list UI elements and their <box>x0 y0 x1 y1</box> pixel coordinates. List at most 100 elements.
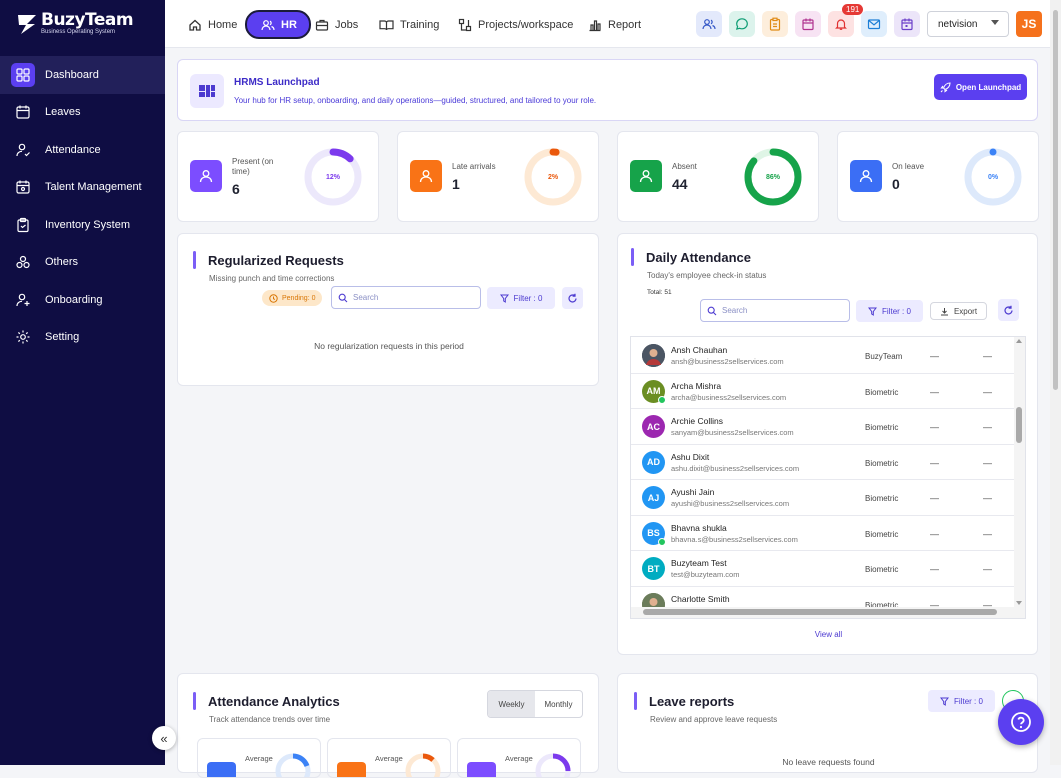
page-scrollbar-thumb[interactable] <box>1053 10 1058 390</box>
mail-button[interactable] <box>861 11 887 37</box>
regularized-search-input[interactable]: Search <box>331 286 481 309</box>
tab-hr[interactable]: HR <box>245 10 311 39</box>
stat-card[interactable]: Present (on time) 6 12% <box>177 131 379 222</box>
filter-label: Filter : 0 <box>954 696 983 706</box>
scroll-up-icon[interactable] <box>1016 339 1022 343</box>
stat-card[interactable]: On leave 0 0% <box>837 131 1039 222</box>
chat-button[interactable] <box>729 11 755 37</box>
user-icon <box>850 160 882 192</box>
bar-chart-icon <box>589 19 601 31</box>
view-all-link[interactable]: View all <box>618 630 1039 639</box>
analytics-title: Attendance Analytics <box>193 692 340 710</box>
search-placeholder: Search <box>353 293 379 302</box>
regularized-refresh-button[interactable] <box>562 287 583 309</box>
notifications-button[interactable]: 191 <box>828 4 864 37</box>
search-icon <box>338 293 348 302</box>
sidebar-item-label: Talent Management <box>45 181 142 194</box>
collapse-sidebar-button[interactable]: « <box>152 726 176 750</box>
open-launchpad-button[interactable]: Open Launchpad <box>934 74 1027 100</box>
regularized-subtitle: Missing punch and time corrections <box>209 274 335 283</box>
employee-email: bhavna.s@business2sellservices.com <box>671 534 798 544</box>
scrollbar-thumb[interactable] <box>1016 407 1022 443</box>
user-avatar[interactable]: JS <box>1016 11 1042 37</box>
attendance-row[interactable]: AD Ashu Dixit ashu.dixit@business2sellser… <box>631 445 1015 480</box>
check-in-time: — <box>930 564 939 574</box>
mini-card-label: Average <box>375 754 403 763</box>
tab-jobs[interactable]: Jobs <box>315 11 358 38</box>
scrollbar-thumb[interactable] <box>643 609 997 615</box>
launchpad-icon <box>190 74 224 108</box>
clipboard-button[interactable] <box>762 11 788 37</box>
attendance-analytics-card: Attendance Analytics Track attendance tr… <box>177 673 599 778</box>
sidebar-item-label: Others <box>45 256 79 269</box>
rocket-icon <box>940 81 951 93</box>
tab-training[interactable]: Training <box>379 11 439 38</box>
attendance-row[interactable]: AJ Ayushi Jain ayushi@business2sellservic… <box>631 480 1015 516</box>
attendance-row[interactable]: Ansh Chauhan ansh@business2sellservices.… <box>631 338 1015 374</box>
tab-projects-workspace[interactable]: Projects/workspace <box>458 11 573 38</box>
daily-attendance-title: Daily Attendance <box>631 248 751 266</box>
attendance-filter-button[interactable]: Filter : 0 <box>856 300 923 322</box>
check-in-time: — <box>930 386 939 397</box>
organization-value: netvision <box>938 18 978 30</box>
weekly-toggle[interactable]: Weekly <box>488 691 535 717</box>
sidebar-item-inventory-system[interactable]: Inventory System <box>0 206 165 244</box>
user-check-icon <box>11 138 35 162</box>
dashboard-icon <box>11 62 35 87</box>
sidebar-item-attendance[interactable]: Attendance <box>0 131 165 169</box>
tab-home[interactable]: Home <box>188 11 237 38</box>
people-button[interactable] <box>696 11 722 37</box>
sidebar-item-dashboard[interactable]: Dashboard <box>0 56 165 94</box>
avatar: AJ <box>642 486 665 509</box>
sidebar-item-label: Inventory System <box>45 218 130 231</box>
filter-icon <box>868 307 878 316</box>
refresh-icon <box>1004 305 1013 315</box>
period-toggle[interactable]: Weekly Monthly <box>487 690 583 718</box>
tab-report[interactable]: Report <box>588 11 641 38</box>
employee-email: ansh@business2sellservices.com <box>671 357 784 366</box>
stat-value: 1 <box>452 176 460 192</box>
user-icon <box>190 160 222 192</box>
page-scrollbar[interactable] <box>1050 0 1061 765</box>
attendance-refresh-button[interactable] <box>998 299 1019 321</box>
pending-badge[interactable]: Pending: 0 <box>262 290 323 306</box>
check-in-source: Biometric <box>865 387 899 397</box>
attendance-table[interactable]: Ansh Chauhan ansh@business2sellservices.… <box>630 336 1026 619</box>
users-icon <box>261 19 275 30</box>
sidebar-item-talent-management[interactable]: Talent Management <box>0 169 165 207</box>
mail-icon <box>867 19 881 30</box>
leave-empty-state: No leave requests found <box>782 757 875 767</box>
monthly-toggle[interactable]: Monthly <box>535 691 582 717</box>
sidebar-item-leaves[interactable]: Leaves <box>0 94 165 132</box>
scroll-down-icon[interactable] <box>1016 601 1022 605</box>
sidebar-item-onboarding[interactable]: Onboarding <box>0 281 165 319</box>
attendance-horizontal-scrollbar[interactable] <box>631 607 1025 618</box>
export-button[interactable]: Export <box>930 302 987 320</box>
employee-name: Ayushi Jain <box>671 487 715 497</box>
stat-card[interactable]: Absent 44 86% <box>617 131 819 222</box>
people-icon <box>702 19 716 30</box>
stat-label: Present (on time) <box>232 157 274 176</box>
organization-select[interactable]: netvision <box>927 11 1009 37</box>
attendance-row[interactable]: BT Buzyteam Test test@buzyteam.com Biomet… <box>631 551 1015 587</box>
download-icon <box>940 307 948 315</box>
brand-logo[interactable]: BuzyTeam Business Operating System <box>17 12 134 36</box>
regularized-filter-button[interactable]: Filter : 0 <box>487 287 555 309</box>
schedule-button[interactable] <box>894 11 920 37</box>
stat-card[interactable]: Late arrivals 1 2% <box>397 131 599 222</box>
sidebar-item-others[interactable]: Others <box>0 244 165 282</box>
mini-card-label: Average <box>245 754 273 763</box>
check-in-source: BuzyTeam <box>865 352 903 361</box>
attendance-search-input[interactable]: Search <box>700 299 850 322</box>
help-button[interactable] <box>998 699 1044 745</box>
attendance-row[interactable]: AM Archa Mishra archa@business2sellservic… <box>631 374 1015 409</box>
sidebar-item-setting[interactable]: Setting <box>0 319 165 357</box>
attendance-vertical-scrollbar[interactable] <box>1014 337 1025 607</box>
cluster-icon <box>11 250 35 274</box>
attendance-row[interactable]: AC Archie Collins sanyam@business2sellser… <box>631 409 1015 445</box>
calendar-button[interactable] <box>795 11 821 37</box>
attendance-row[interactable]: BS Bhavna shukla bhavna.s@business2sellse… <box>631 516 1015 551</box>
check-out-time: — <box>983 528 992 539</box>
check-in-time: — <box>930 422 939 432</box>
leave-filter-button[interactable]: Filter : 0 <box>928 690 995 712</box>
